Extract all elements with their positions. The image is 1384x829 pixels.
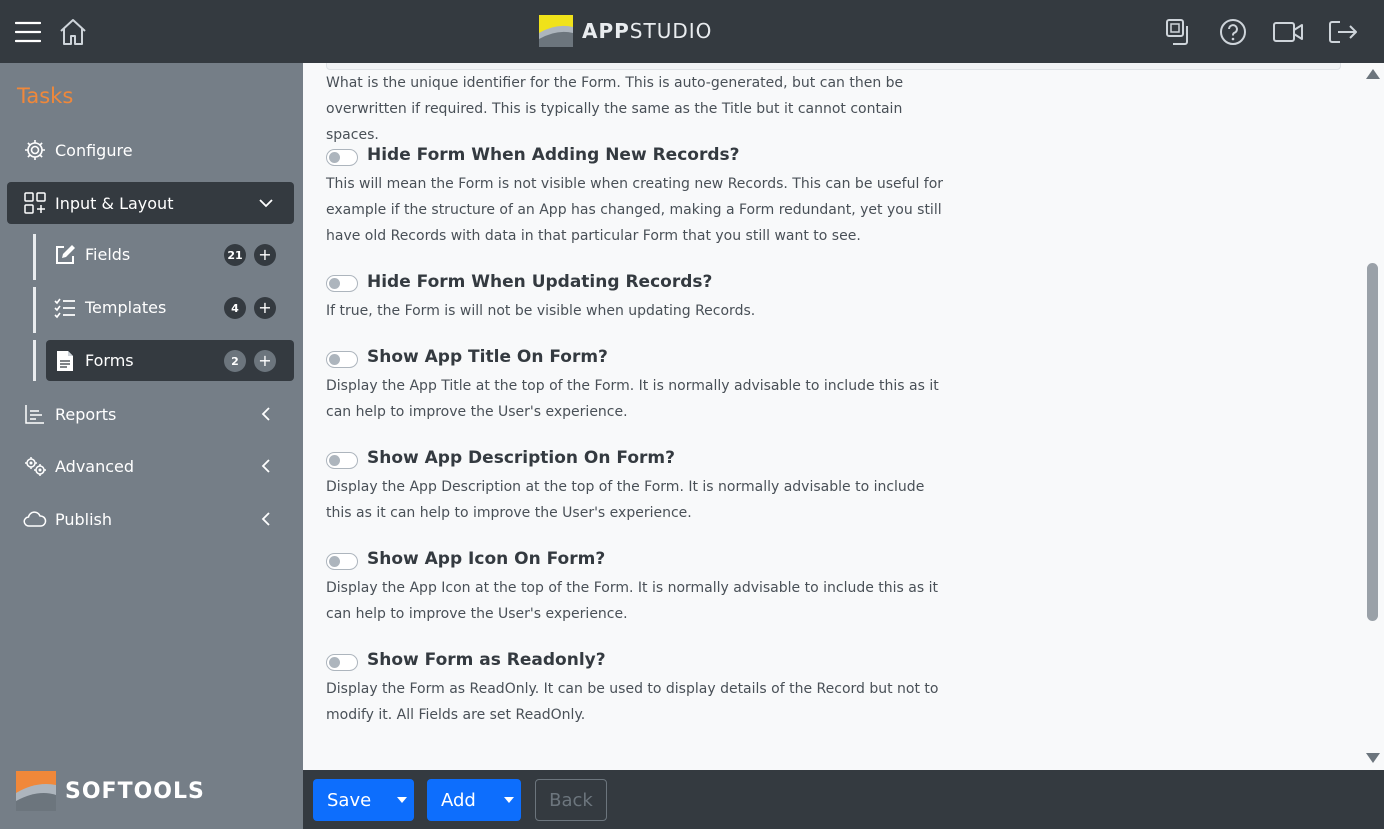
add-field-button[interactable]: + xyxy=(254,244,276,266)
count-badge: 4 xyxy=(224,297,246,319)
sidebar-item-label: Publish xyxy=(55,509,113,529)
brand-name: APPSTUDIO xyxy=(582,19,713,43)
scrollbar-thumb[interactable] xyxy=(1367,263,1378,621)
sidebar-item-reports[interactable]: Reports xyxy=(7,393,294,435)
add-split-button: Add xyxy=(427,779,521,821)
sidebar-item-fields[interactable]: Fields 21 + xyxy=(46,234,294,275)
home-icon[interactable] xyxy=(58,17,88,47)
appstudio-logo-icon xyxy=(539,15,573,47)
scroll-down-arrow-icon[interactable] xyxy=(1366,753,1380,763)
layout-add-icon xyxy=(23,191,47,215)
bottom-action-bar: Save Add Back xyxy=(303,770,1384,829)
count-badge: 21 xyxy=(224,244,246,266)
sidebar-item-input-layout[interactable]: Input & Layout xyxy=(7,182,294,224)
toggle-knob xyxy=(329,354,340,365)
edit-icon xyxy=(54,244,76,266)
toggle-knob xyxy=(329,556,340,567)
caret-down-icon xyxy=(396,797,407,803)
sidebar-item-label: Forms xyxy=(85,351,134,370)
option-title: Show App Description On Form? xyxy=(367,448,675,468)
sidebar-item-templates[interactable]: Templates 4 + xyxy=(46,287,294,328)
option-title: Hide Form When Adding New Records? xyxy=(367,145,740,165)
toggle-knob xyxy=(329,657,340,668)
hamburger-icon[interactable] xyxy=(14,18,42,46)
video-icon[interactable] xyxy=(1272,17,1304,47)
sidebar-title: Tasks xyxy=(17,84,74,108)
option-title: Hide Form When Updating Records? xyxy=(367,272,713,292)
chevron-left-icon xyxy=(261,459,270,473)
add-dropdown-toggle[interactable] xyxy=(497,779,521,821)
form-identifier-input[interactable] xyxy=(326,63,1341,70)
sidebar-item-label: Configure xyxy=(55,140,133,160)
top-bar: APPSTUDIO xyxy=(0,0,1384,63)
sidebar-item-label: Advanced xyxy=(55,456,135,476)
copy-icon[interactable] xyxy=(1164,17,1194,47)
show-form-readonly-toggle[interactable] xyxy=(326,654,358,671)
toggle-knob xyxy=(329,278,340,289)
checklist-icon xyxy=(54,297,76,319)
hide-form-adding-toggle[interactable] xyxy=(326,149,358,166)
submenu-line xyxy=(33,340,36,381)
appstudio-logo: APPSTUDIO xyxy=(539,15,712,47)
show-app-title-toggle[interactable] xyxy=(326,351,358,368)
add-template-button[interactable]: + xyxy=(254,297,276,319)
save-dropdown-toggle[interactable] xyxy=(390,779,414,821)
logout-icon[interactable] xyxy=(1327,17,1359,47)
chevron-down-icon xyxy=(259,199,273,208)
show-app-icon-toggle[interactable] xyxy=(326,553,358,570)
scroll-up-arrow-icon[interactable] xyxy=(1366,69,1380,79)
toggle-knob xyxy=(329,152,340,163)
sidebar-item-label: Reports xyxy=(55,404,117,424)
save-split-button: Save xyxy=(313,779,414,821)
save-button[interactable]: Save xyxy=(313,779,390,821)
back-button[interactable]: Back xyxy=(535,779,607,821)
help-icon[interactable] xyxy=(1218,17,1248,47)
sidebar-item-publish[interactable]: Publish xyxy=(7,498,294,540)
softools-logo-icon xyxy=(16,771,56,811)
chevron-left-icon xyxy=(261,407,270,421)
hide-form-updating-toggle[interactable] xyxy=(326,275,358,292)
softools-brand-name: SOFTOOLS xyxy=(65,778,205,804)
gear-icon xyxy=(23,138,47,162)
identifier-description: What is the unique identifier for the Fo… xyxy=(326,75,904,143)
option-title: Show Form as Readonly? xyxy=(367,650,606,670)
caret-down-icon xyxy=(504,797,515,803)
add-button[interactable]: Add xyxy=(427,779,497,821)
chevron-left-icon xyxy=(261,512,270,526)
softools-logo: SOFTOOLS xyxy=(16,771,205,811)
option-description: Display the App Title at the top of the … xyxy=(326,378,939,420)
count-badge: 2 xyxy=(224,350,246,372)
option-description: This will mean the Form is not visible w… xyxy=(326,176,944,244)
sidebar-item-forms[interactable]: Forms 2 + xyxy=(46,340,294,381)
sidebar-item-configure[interactable]: Configure xyxy=(7,129,294,171)
submenu-line xyxy=(33,234,36,280)
sidebar-item-label: Fields xyxy=(85,245,131,264)
option-title: Show App Icon On Form? xyxy=(367,549,606,569)
sidebar-item-label: Input & Layout xyxy=(55,193,174,213)
option-description: Display the Form as ReadOnly. It can be … xyxy=(326,681,939,723)
gears-icon xyxy=(23,454,47,478)
content-scrollbar[interactable] xyxy=(1363,63,1384,770)
option-description: Display the App Icon at the top of the F… xyxy=(326,580,938,622)
add-form-button[interactable]: + xyxy=(254,350,276,372)
option-title: Show App Title On Form? xyxy=(367,347,608,367)
main-content: What is the unique identifier for the Fo… xyxy=(303,63,1363,770)
chart-icon xyxy=(23,402,47,426)
option-description: Display the App Description at the top o… xyxy=(326,479,925,521)
document-icon xyxy=(54,350,76,372)
sidebar-item-label: Templates xyxy=(85,298,167,317)
toggle-knob xyxy=(329,455,340,466)
submenu-line xyxy=(33,287,36,333)
cloud-icon xyxy=(23,507,47,531)
show-app-description-toggle[interactable] xyxy=(326,452,358,469)
sidebar-item-advanced[interactable]: Advanced xyxy=(7,445,294,487)
option-description: If true, the Form is will not be visible… xyxy=(326,303,756,319)
